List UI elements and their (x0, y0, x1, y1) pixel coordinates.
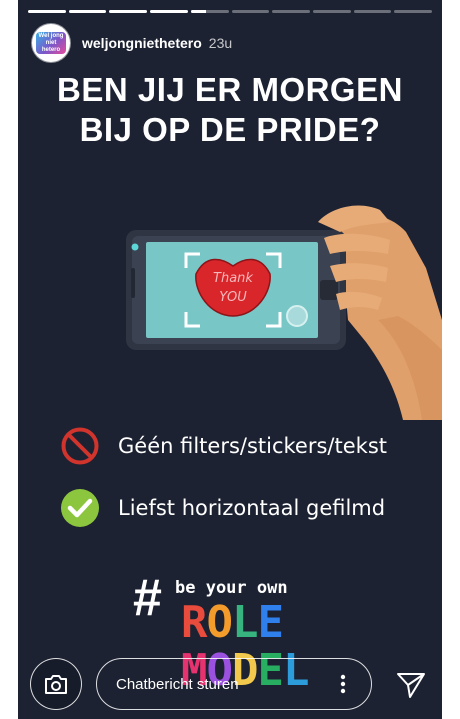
progress-segment-fill (109, 10, 148, 13)
phone-illustration: Thank YOU (126, 205, 442, 420)
logo-letter: L (232, 597, 258, 648)
logo-letter: E (257, 597, 284, 648)
progress-segment-fill (68, 10, 107, 13)
progress-segment (28, 10, 66, 13)
camera-icon (45, 675, 67, 694)
story-reply-bar (18, 654, 442, 714)
sticker-text-line2: YOU (219, 290, 247, 305)
rule-no-filters-text: Géén filters/stickers/tekst (118, 434, 387, 458)
progress-segment (312, 10, 351, 13)
more-options-button[interactable] (336, 672, 350, 696)
progress-segment-fill (190, 10, 206, 13)
progress-segment-fill (28, 10, 66, 13)
avatar-logo: Wel jong niet hetero (36, 32, 66, 54)
camera-button[interactable] (30, 658, 82, 710)
phone-side-button (320, 280, 338, 300)
rule-horizontal-text: Liefst horizontaal gefilmd (118, 496, 386, 520)
progress-segment (394, 10, 433, 13)
progress-segment (272, 10, 310, 13)
phone-speaker (131, 268, 135, 298)
avatar-text-line1: Wel jong (38, 32, 64, 39)
send-icon (397, 673, 425, 698)
progress-segment (109, 10, 148, 13)
sticker-text-line1: Thank (213, 271, 253, 286)
phone-camera (131, 243, 139, 251)
headline-line1: BEN JIJ ER MORGEN (57, 71, 403, 108)
more-vertical-icon (340, 674, 346, 694)
progress-segment (231, 10, 270, 13)
logo-letter: O (206, 597, 233, 648)
progress-segment (68, 10, 107, 13)
checkmark-icon (61, 489, 99, 527)
progress-segment (190, 10, 229, 13)
story-header: Wel jong niet hetero weljongniethetero 2… (32, 24, 232, 62)
prohibited-icon (61, 427, 99, 465)
story-progress-bar (28, 10, 433, 13)
post-time: 23u (208, 35, 233, 51)
rule-horizontal: Liefst horizontaal gefilmd (60, 488, 385, 528)
logo-word-role: ROLE (181, 597, 284, 648)
progress-segment (353, 10, 392, 13)
rule-no-filters: Géén filters/stickers/tekst (60, 426, 387, 466)
hashtag-symbol: # (133, 569, 162, 627)
story-headline: BEN JIJ ER MORGEN BIJ OP DE PRIDE? (18, 70, 442, 150)
story-view[interactable]: Wel jong niet hetero weljongniethetero 2… (18, 0, 442, 719)
logo-letter: R (181, 597, 207, 648)
avatar[interactable]: Wel jong niet hetero (32, 24, 70, 62)
username[interactable]: weljongniethetero (82, 35, 202, 51)
shutter-icon (286, 305, 308, 327)
progress-segment-fill (150, 10, 188, 13)
chat-reply-input[interactable] (96, 658, 372, 710)
avatar-text-line2: niet hetero (41, 39, 61, 53)
send-button[interactable] (394, 668, 428, 702)
logo-tagline: be your own (175, 578, 288, 598)
headline-line2: BIJ OP DE PRIDE? (79, 111, 381, 148)
progress-segment (150, 10, 188, 13)
